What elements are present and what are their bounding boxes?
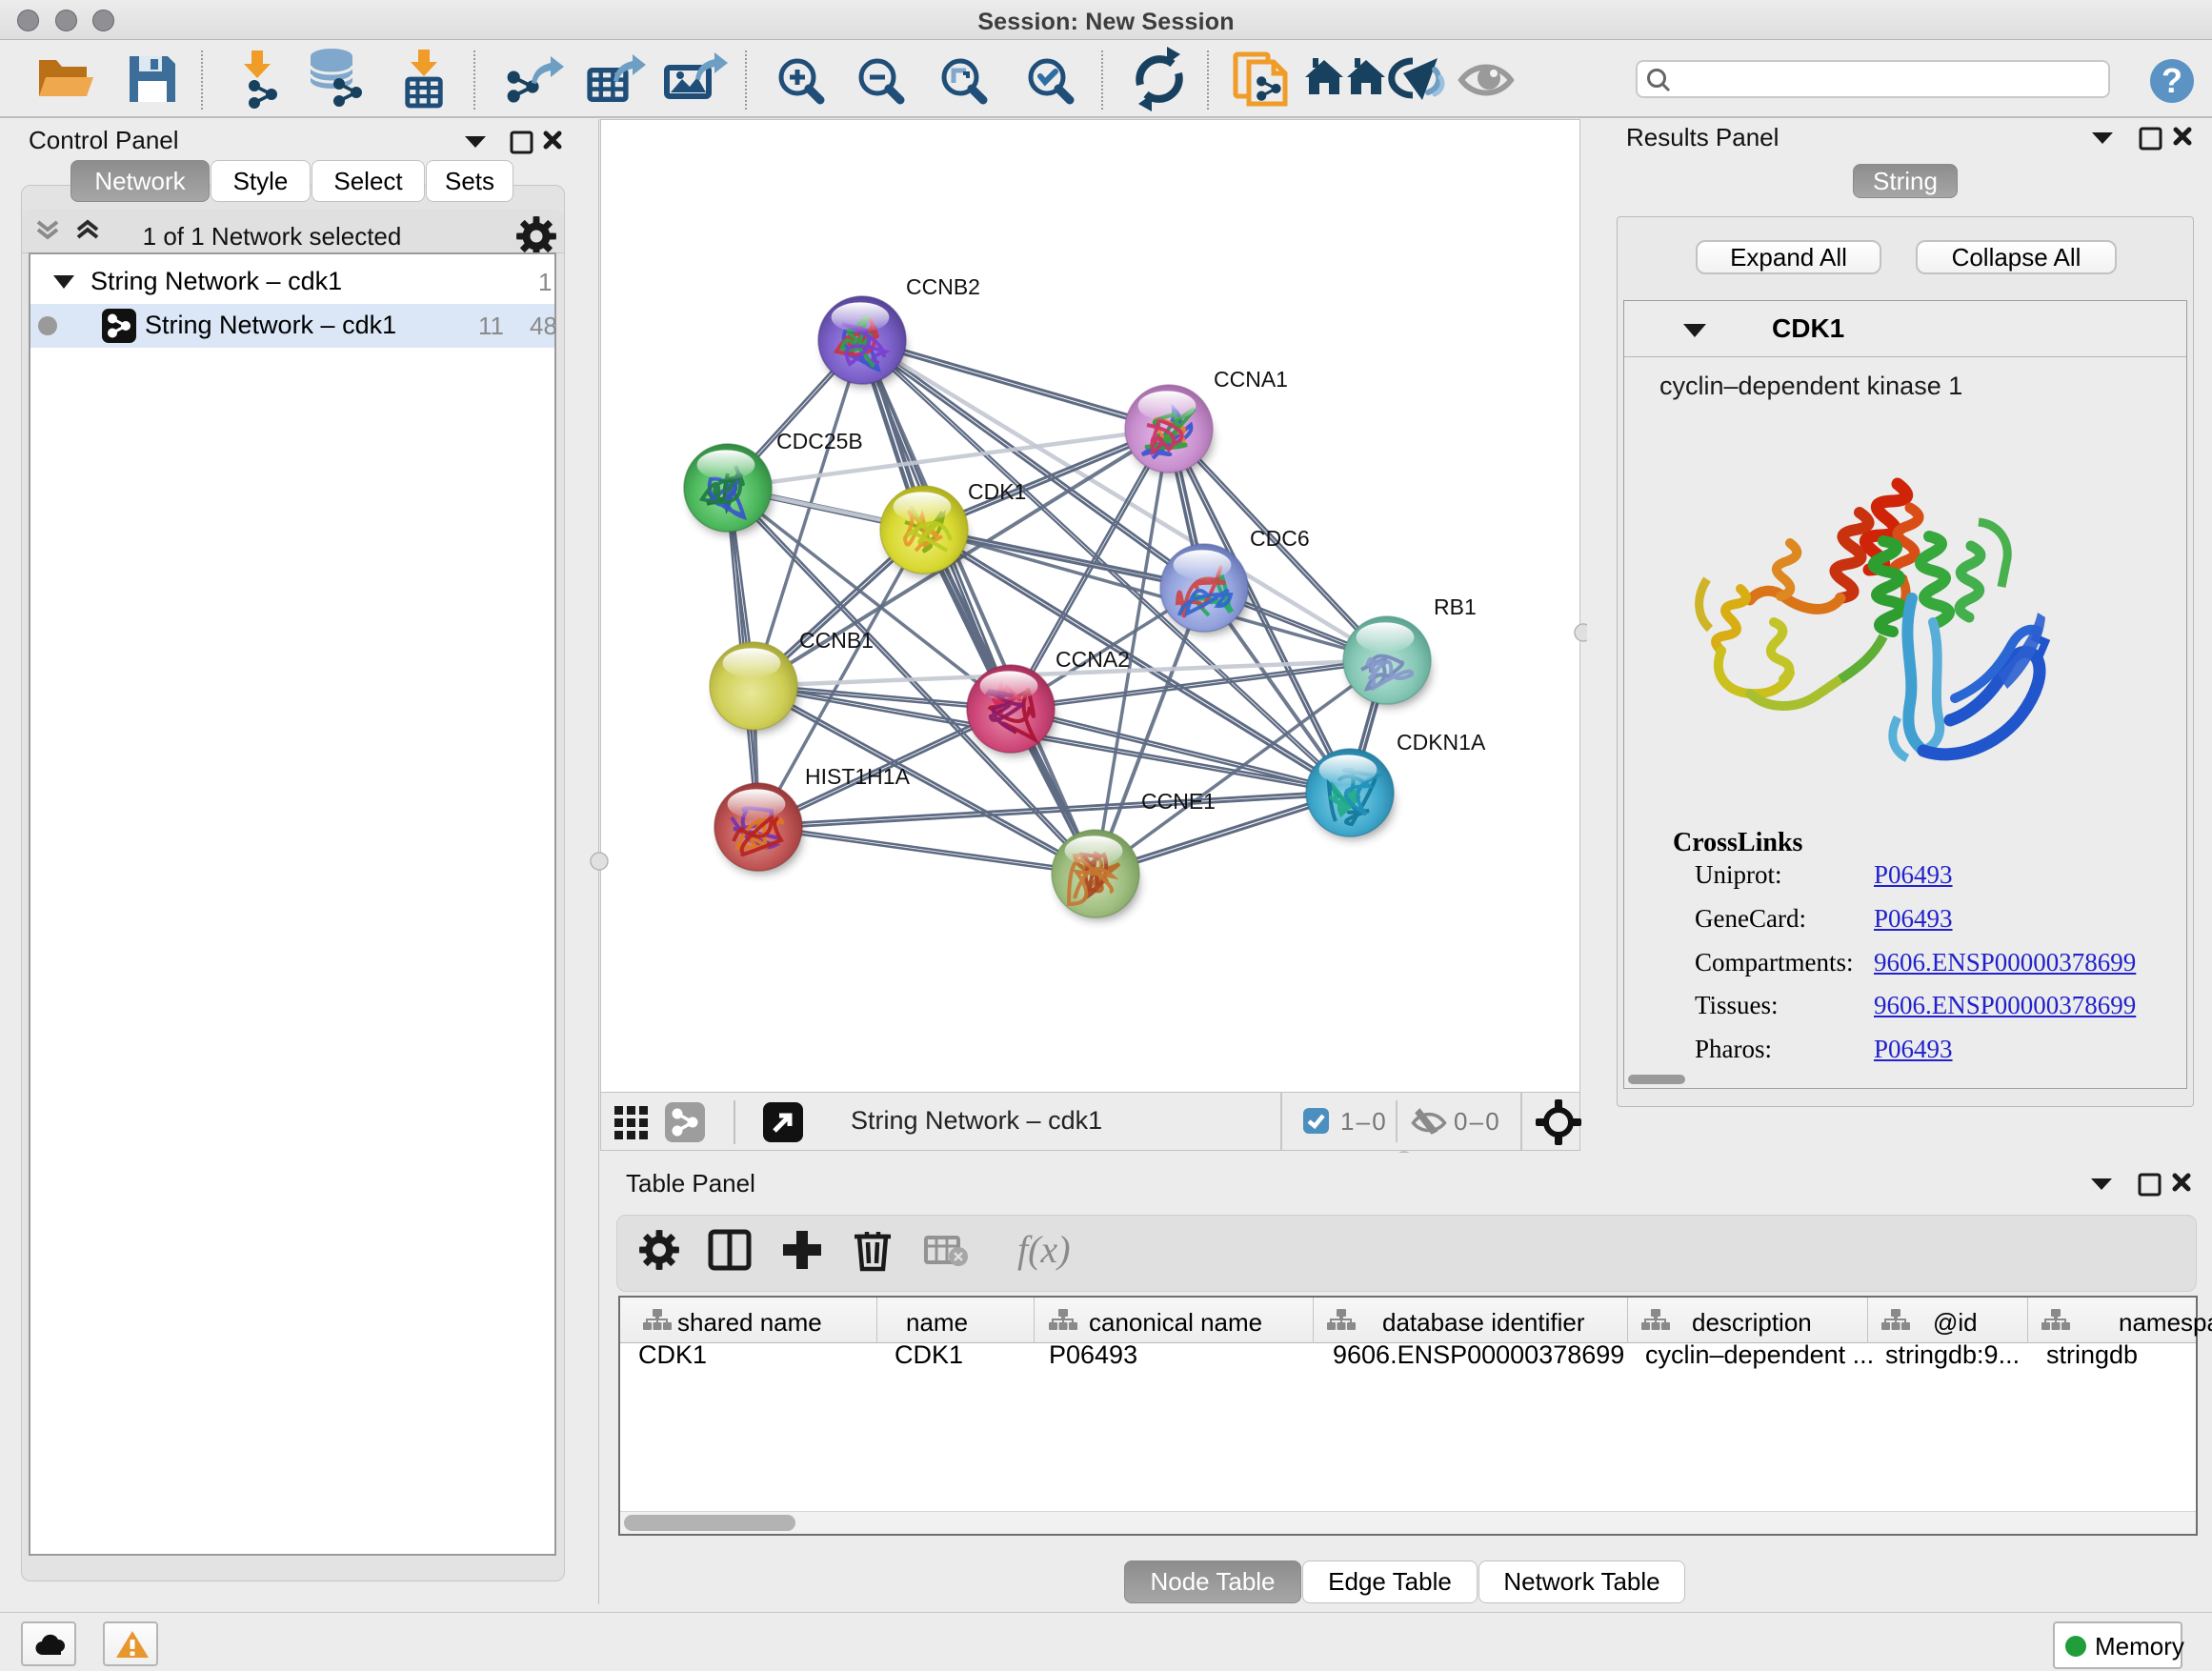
svg-text:CCNB2: CCNB2 xyxy=(906,274,980,299)
svg-text:RB1: RB1 xyxy=(1434,594,1477,619)
svg-text:CDK1: CDK1 xyxy=(968,479,1026,504)
svg-text:CDKN1A: CDKN1A xyxy=(1397,730,1486,755)
svg-text:f(x): f(x) xyxy=(1017,1228,1071,1271)
svg-text:CCNA1: CCNA1 xyxy=(1214,367,1288,392)
svg-text:CDC6: CDC6 xyxy=(1250,526,1310,551)
svg-text:CDC25B: CDC25B xyxy=(776,429,863,453)
svg-text:CCNB1: CCNB1 xyxy=(799,628,874,653)
svg-text:HIST1H1A: HIST1H1A xyxy=(805,764,911,789)
svg-text:CCNE1: CCNE1 xyxy=(1141,789,1216,814)
svg-text:CCNA2: CCNA2 xyxy=(1056,647,1130,672)
